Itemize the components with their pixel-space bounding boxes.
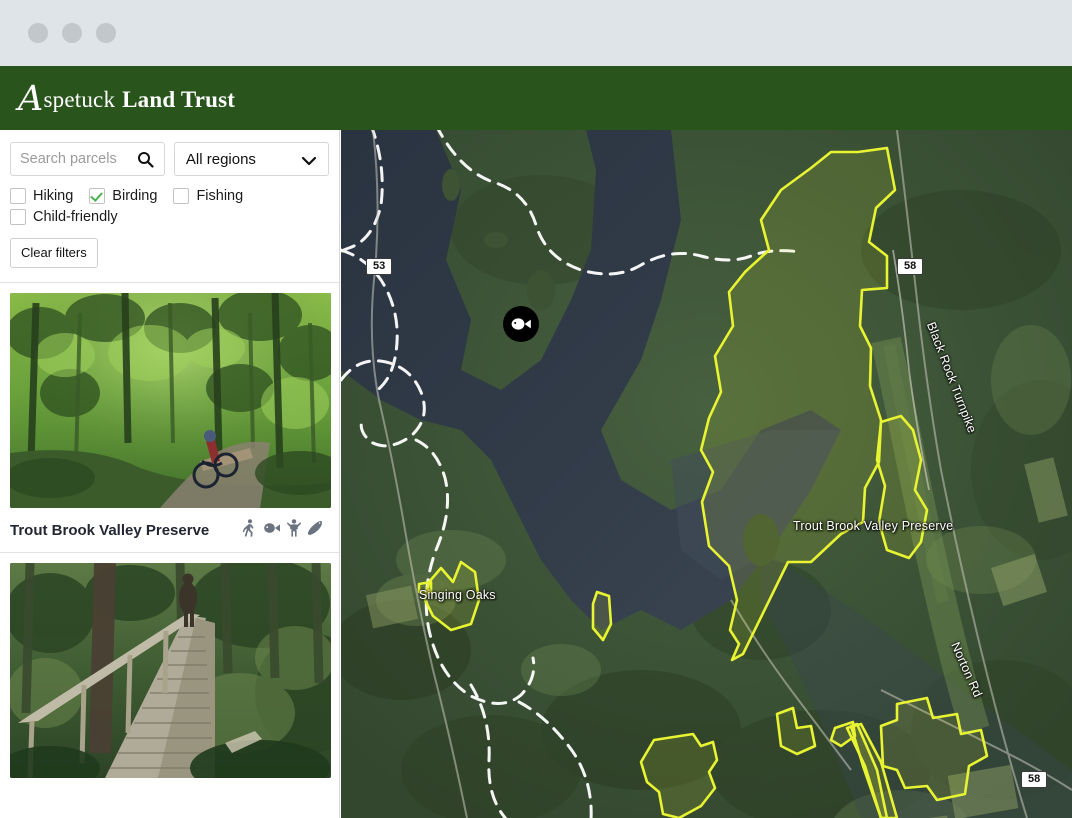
search-field[interactable] bbox=[10, 142, 165, 176]
checkbox-child-friendly[interactable] bbox=[10, 209, 26, 225]
route-shield-58-north: 58 bbox=[897, 258, 924, 275]
activity-filters: Hiking Birding Fishing Child-friendly bbox=[10, 188, 329, 225]
filter-row-top: All regions bbox=[10, 142, 329, 176]
clear-filters-button[interactable]: Clear filters bbox=[10, 238, 98, 268]
map-canvas[interactable]: Trout Brook Valley Preserve Singing Oaks… bbox=[341, 130, 1072, 818]
brand-name: spetuck bbox=[43, 86, 116, 112]
filter-child-friendly-label: Child-friendly bbox=[33, 209, 118, 225]
filter-line-2: Child-friendly bbox=[10, 209, 329, 225]
filter-fishing[interactable]: Fishing bbox=[173, 188, 243, 204]
route-shield-53: 53 bbox=[366, 258, 393, 275]
filter-line-1: Hiking Birding Fishing bbox=[10, 188, 329, 204]
checkbox-fishing[interactable] bbox=[173, 188, 190, 204]
parcel-photo-forest-trail bbox=[10, 293, 331, 508]
fishing-marker[interactable] bbox=[503, 306, 539, 342]
map-basemap bbox=[341, 130, 1072, 818]
parcel-card[interactable] bbox=[0, 553, 339, 818]
brand-logo[interactable]: Aspetuck Land Trust bbox=[18, 81, 236, 116]
parcel-title: Trout Brook Valley Preserve bbox=[10, 521, 210, 539]
parcel-card-footer: Trout Brook Valley Preserve bbox=[10, 508, 329, 552]
fishing-icon bbox=[263, 521, 281, 539]
window-dot-close[interactable] bbox=[28, 23, 48, 43]
site-header: Aspetuck Land Trust bbox=[0, 66, 1072, 130]
filter-panel: All regions Hiking Bi bbox=[0, 130, 339, 283]
checkbox-birding[interactable] bbox=[89, 188, 106, 204]
search-icon[interactable] bbox=[137, 151, 154, 173]
hiking-icon bbox=[242, 518, 257, 542]
filter-child-friendly[interactable]: Child-friendly bbox=[10, 209, 118, 225]
region-select[interactable]: All regions bbox=[173, 142, 329, 176]
window-titlebar bbox=[0, 0, 1072, 66]
filter-birding-label: Birding bbox=[112, 188, 158, 204]
search-input[interactable] bbox=[11, 144, 129, 174]
region-select-value: All regions bbox=[185, 150, 256, 168]
window-dot-maximize[interactable] bbox=[96, 23, 116, 43]
filter-hiking[interactable]: Hiking bbox=[10, 188, 73, 204]
child-friendly-icon bbox=[287, 518, 301, 542]
fish-icon bbox=[511, 318, 531, 330]
app-window: Aspetuck Land Trust All regions bbox=[0, 0, 1072, 818]
route-shield-58-south: 58 bbox=[1021, 771, 1048, 788]
brand-suffix: Land Trust bbox=[122, 86, 236, 112]
checkbox-hiking[interactable] bbox=[10, 188, 26, 204]
parcel-card-footer bbox=[10, 778, 329, 818]
parcel-card[interactable]: Trout Brook Valley Preserve bbox=[0, 283, 339, 553]
sidebar: All regions Hiking Bi bbox=[0, 130, 340, 818]
brand-swash: A bbox=[18, 78, 44, 119]
filter-fishing-label: Fishing bbox=[196, 188, 244, 204]
filter-birding[interactable]: Birding bbox=[89, 188, 157, 204]
chevron-down-icon[interactable] bbox=[301, 154, 317, 171]
birding-icon bbox=[307, 520, 323, 541]
parcel-activity-icons bbox=[242, 518, 329, 542]
window-dot-minimize[interactable] bbox=[62, 23, 82, 43]
filter-hiking-label: Hiking bbox=[33, 188, 74, 204]
parcel-photo-boardwalk bbox=[10, 563, 331, 778]
